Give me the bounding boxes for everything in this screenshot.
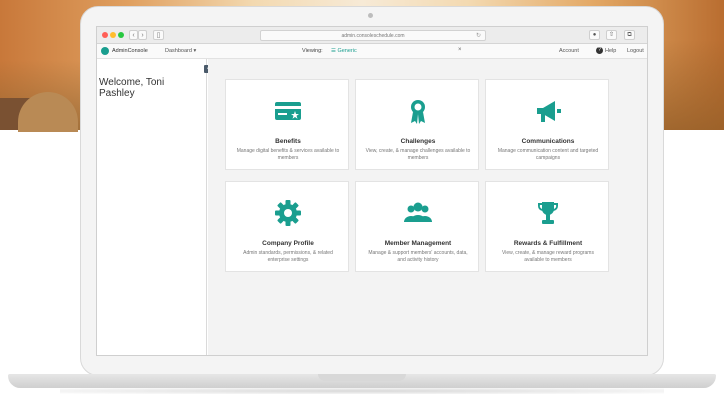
forward-button[interactable]: › <box>138 30 147 40</box>
viewing-value: Generic <box>337 48 357 54</box>
help-icon[interactable]: ? <box>596 47 603 54</box>
card-description: View, create, & manage challenges availa… <box>365 148 471 161</box>
viewing-selector[interactable]: ☰ Generic <box>331 48 357 54</box>
logo-icon <box>101 47 109 55</box>
trophy-icon <box>538 202 558 224</box>
help-link[interactable]: Help <box>605 48 616 54</box>
extension-icon[interactable]: ● <box>589 30 600 40</box>
laptop-shadow <box>60 388 664 394</box>
communications-card[interactable]: Communications Manage communication cont… <box>485 79 609 170</box>
award-ribbon-icon <box>411 100 425 124</box>
close-viewing-button[interactable]: × <box>458 47 462 53</box>
reload-icon[interactable]: ↻ <box>476 31 481 41</box>
laptop-notch <box>318 374 406 381</box>
card-title: Challenges <box>400 138 436 145</box>
sidebar-toggle-icon[interactable]: ▯ <box>153 30 164 40</box>
card-icon <box>275 102 301 120</box>
card-description: Manage digital benefits & services avail… <box>236 148 340 161</box>
member-management-card[interactable]: Member Management Manage & support membe… <box>355 181 479 272</box>
tabs-icon[interactable]: ⧉ <box>624 30 635 40</box>
address-bar[interactable]: admin.consoleschedule.com ↻ <box>260 30 486 41</box>
browser-toolbar: ‹ › ▯ admin.consoleschedule.com ↻ ● ⇧ ⧉ <box>97 27 647 44</box>
logout-link[interactable]: Logout <box>627 48 644 54</box>
dashboard-main: Benefits Manage digital benefits & servi… <box>208 59 647 355</box>
laptop-screen: ‹ › ▯ admin.consoleschedule.com ↻ ● ⇧ ⧉ … <box>96 26 648 356</box>
welcome-message: Welcome, Toni Pashley <box>99 77 165 99</box>
sidebar: Welcome, Toni Pashley <box>97 59 207 355</box>
card-title: Benefits <box>275 138 301 145</box>
dashboard-select[interactable]: Dashboard ▾ <box>165 48 196 54</box>
rewards-fulfillment-card[interactable]: Rewards & Fulfillment View, create, & ma… <box>485 181 609 272</box>
card-title: Rewards & Fulfillment <box>513 240 583 247</box>
account-link[interactable]: Account <box>559 48 579 54</box>
gear-icon <box>275 200 301 226</box>
viewing-label: Viewing: <box>302 48 323 54</box>
megaphone-icon <box>537 101 561 122</box>
minimize-window-button[interactable] <box>110 32 116 38</box>
card-description: Manage & support members' accounts, data… <box>368 250 468 263</box>
share-icon[interactable]: ⇧ <box>606 30 617 40</box>
address-text: admin.consoleschedule.com <box>341 33 405 39</box>
card-title: Company Profile <box>262 240 314 247</box>
group-icon <box>404 202 432 222</box>
back-button[interactable]: ‹ <box>129 30 138 40</box>
maximize-window-button[interactable] <box>118 32 124 38</box>
app-header: AdminConsole Dashboard ▾ Viewing: ☰ Gene… <box>97 44 647 59</box>
camera-icon <box>368 13 373 18</box>
card-title: Member Management <box>384 240 452 247</box>
card-description: Admin standards, permissions, & related … <box>243 250 333 263</box>
company-profile-card[interactable]: Company Profile Admin standards, permiss… <box>225 181 349 272</box>
benefits-card[interactable]: Benefits Manage digital benefits & servi… <box>225 79 349 170</box>
card-description: View, create, & manage reward programs a… <box>502 250 594 263</box>
card-description: Manage communication content and targete… <box>497 148 599 161</box>
challenges-card[interactable]: Challenges View, create, & manage challe… <box>355 79 479 170</box>
chevron-down-icon: ▾ <box>193 48 197 54</box>
dashboard-select-label: Dashboard <box>165 48 192 54</box>
close-window-button[interactable] <box>102 32 108 38</box>
logo-text[interactable]: AdminConsole <box>112 48 148 54</box>
card-title: Communications <box>521 138 575 145</box>
